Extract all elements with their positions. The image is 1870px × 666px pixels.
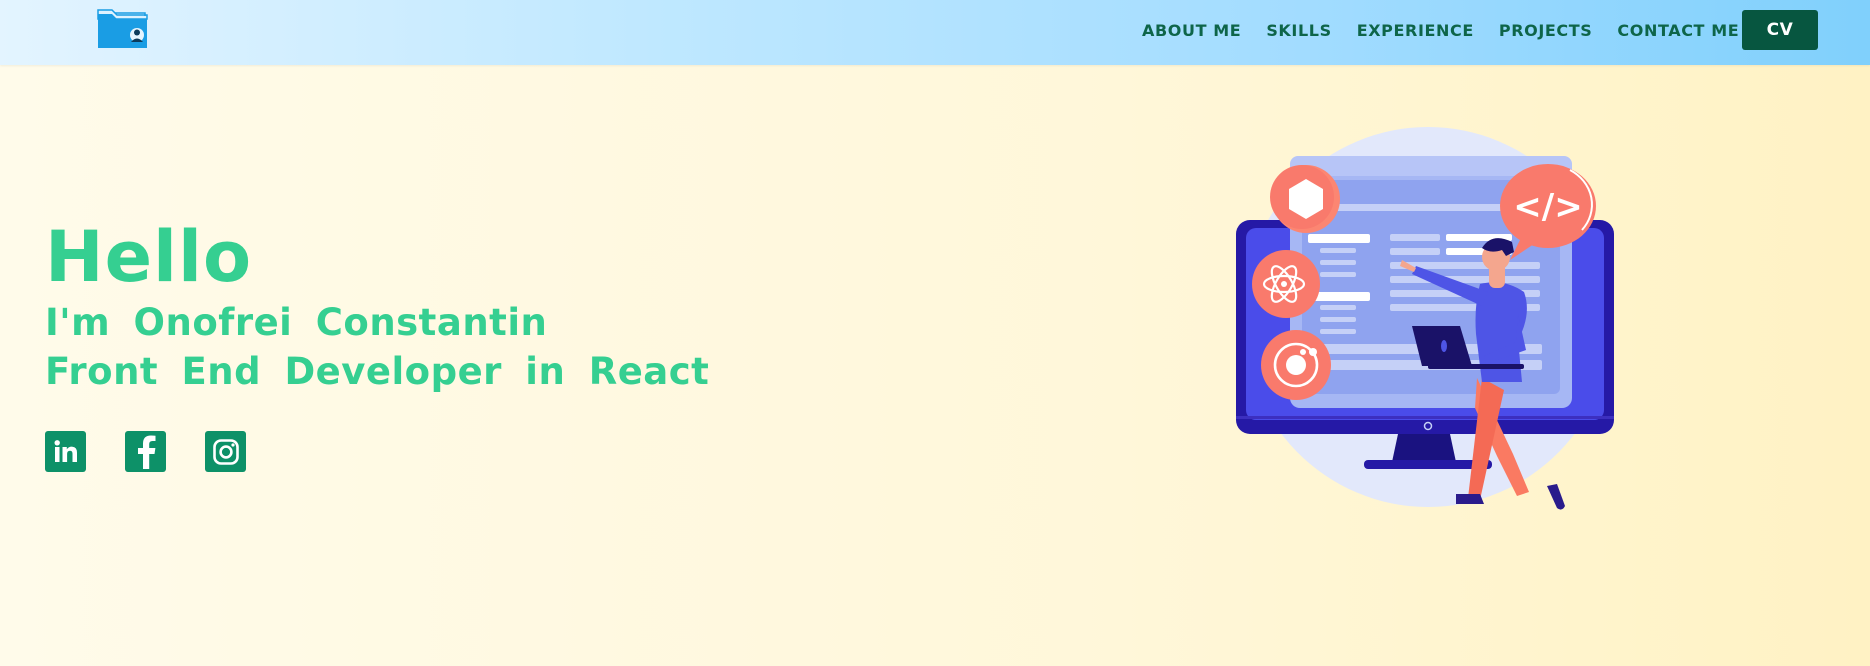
nav-skills[interactable]: SKILLS	[1266, 21, 1331, 40]
nav-contact-me[interactable]: CONTACT ME	[1617, 21, 1739, 40]
nav-about-me[interactable]: ABOUT ME	[1142, 21, 1241, 40]
facebook-icon[interactable]	[125, 431, 166, 472]
folder-user-icon[interactable]	[96, 8, 150, 50]
cv-button[interactable]: CV	[1742, 10, 1818, 50]
hero-text: Hello I'm Onofrei Constantin Front End D…	[45, 222, 709, 390]
code-bubble-text: </>	[1513, 187, 1582, 227]
hero-intro: I'm Onofrei Constantin	[45, 301, 548, 344]
hero-role: Front End Developer in React	[45, 350, 710, 393]
nav-links: ABOUT ME SKILLS EXPERIENCE PROJECTS CONT…	[1142, 0, 1764, 60]
nav-experience[interactable]: EXPERIENCE	[1357, 21, 1474, 40]
hero-greeting: Hello	[45, 216, 253, 298]
developer-at-monitor-illustration: </>	[1236, 127, 1614, 510]
instagram-icon[interactable]	[205, 431, 246, 472]
social-links	[45, 431, 285, 472]
nav-projects[interactable]: PROJECTS	[1499, 21, 1593, 40]
navbar: ABOUT ME SKILLS EXPERIENCE PROJECTS CONT…	[0, 0, 1870, 65]
linkedin-icon[interactable]	[45, 431, 86, 472]
